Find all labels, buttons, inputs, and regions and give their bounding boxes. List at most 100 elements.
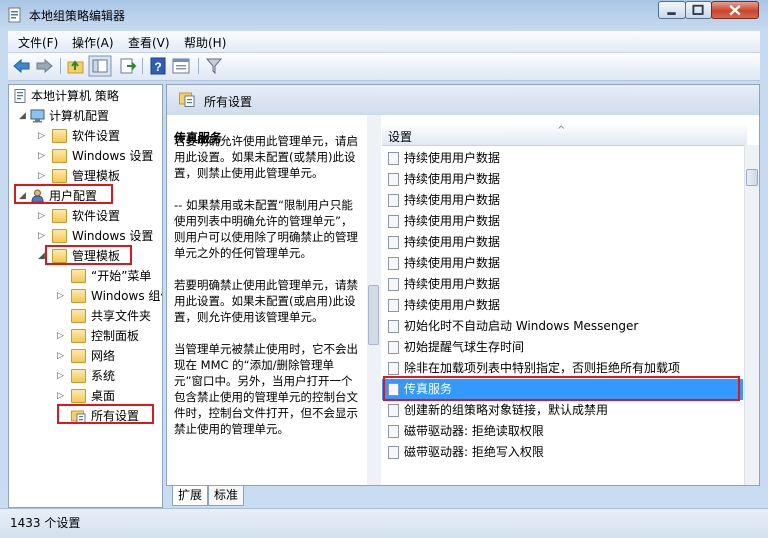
tree-item-start-menu[interactable]: “开始”菜单 — [9, 267, 162, 285]
list-item[interactable]: 持续使用用户数据 — [382, 295, 743, 316]
tree-item-label: Windows 组件 — [91, 289, 162, 303]
tree-item-network[interactable]: ▷ 网络 — [9, 347, 162, 365]
tree-item-label: 软件设置 — [72, 129, 121, 143]
menu-file[interactable]: 文件(F) — [18, 34, 58, 51]
menu-help[interactable]: 帮助(H) — [184, 34, 226, 51]
minimize-button[interactable] — [658, 1, 686, 19]
collapsed-arrow-icon[interactable]: ▷ — [38, 207, 48, 225]
tree-item-system[interactable]: ▷ 系统 — [9, 367, 162, 385]
scroll-thumb[interactable] — [746, 169, 758, 186]
list-item[interactable]: 持续使用用户数据 — [382, 274, 743, 295]
up-folder-icon[interactable] — [66, 57, 86, 75]
properties-icon[interactable] — [171, 57, 191, 75]
menu-view[interactable]: 查看(V) — [128, 34, 170, 51]
setting-icon — [388, 278, 399, 291]
list-item[interactable]: 持续使用用户数据 — [382, 169, 743, 190]
tree-item-user-windows-settings[interactable]: ▷ Windows 设置 — [9, 227, 162, 245]
toolbar-separator — [198, 58, 199, 74]
export-list-icon[interactable] — [118, 57, 138, 75]
setting-icon — [388, 152, 399, 165]
close-icon — [729, 4, 741, 16]
filter-icon[interactable] — [204, 57, 224, 75]
sort-arrow-icon: ^ — [557, 125, 566, 136]
tab-standard[interactable]: 标准 — [208, 486, 244, 506]
tree-item-control-panel[interactable]: ▷ 控制面板 — [9, 327, 162, 345]
close-button[interactable] — [711, 1, 759, 19]
computer-icon — [30, 109, 45, 123]
tree-item-shared-folders[interactable]: 共享文件夹 — [9, 307, 162, 325]
list-scrollbar[interactable] — [744, 145, 759, 485]
collapsed-arrow-icon[interactable]: ▷ — [38, 167, 48, 185]
highlight-box-user-config — [14, 184, 113, 204]
tree-item-label: “开始”菜单 — [91, 269, 152, 283]
maximize-button[interactable] — [685, 1, 712, 19]
details-header: 所有设置 — [167, 85, 759, 115]
all-settings-icon — [179, 92, 195, 107]
tree-item-user-software[interactable]: ▷ 软件设置 — [9, 207, 162, 225]
policy-document-icon — [14, 89, 26, 103]
status-text: 1433 个设置 — [10, 516, 81, 530]
window-title: 本地组策略编辑器 — [29, 9, 126, 23]
column-header-setting[interactable]: ^ 设置 — [382, 125, 747, 146]
tree-item-root[interactable]: 本地计算机 策略 — [9, 87, 162, 105]
collapsed-arrow-icon[interactable]: ▷ — [38, 227, 48, 245]
tree-item-desktop[interactable]: ▷ 桌面 — [9, 387, 162, 405]
list-item[interactable]: 创建新的组策略对象链接，默认成禁用 — [382, 400, 743, 421]
list-item[interactable]: 初始提醒气球生存时间 — [382, 337, 743, 358]
setting-icon — [388, 257, 399, 270]
folder-icon — [71, 369, 86, 383]
list-item[interactable]: 持续使用用户数据 — [382, 253, 743, 274]
tree-item-label: 共享文件夹 — [91, 309, 152, 323]
list-item[interactable]: 持续使用用户数据 — [382, 190, 743, 211]
minimize-icon — [667, 12, 676, 15]
collapsed-arrow-icon[interactable]: ▷ — [57, 287, 67, 305]
tree-pane[interactable]: 本地计算机 策略 ◢ 计算机配置 ▷ 软件设置 ▷ Windows 设置 ▷ 管… — [8, 84, 163, 508]
collapsed-arrow-icon[interactable]: ▷ — [38, 127, 48, 145]
setting-icon — [388, 173, 399, 186]
expanded-arrow-icon[interactable]: ◢ — [19, 107, 29, 125]
folder-icon — [71, 349, 86, 363]
svg-text:?: ? — [154, 60, 161, 74]
help-icon[interactable]: ? — [148, 57, 168, 75]
highlight-box-admin-templates — [45, 245, 132, 265]
list-item[interactable]: 持续使用用户数据 — [382, 211, 743, 232]
setting-icon — [388, 320, 399, 333]
tree-item-computer-config[interactable]: ◢ 计算机配置 — [9, 107, 162, 125]
tree-item-label: 网络 — [91, 349, 116, 363]
tree-item-label: 计算机配置 — [49, 109, 110, 123]
folder-icon — [52, 229, 67, 243]
tree-item-windows-components[interactable]: ▷ Windows 组件 — [9, 287, 162, 305]
list-item[interactable]: 磁带驱动器: 拒绝写入权限 — [382, 442, 743, 463]
maximize-icon — [692, 4, 704, 15]
list-item[interactable]: 磁带驱动器: 拒绝读取权限 — [382, 421, 743, 442]
list-item[interactable]: 初始化时不自动启动 Windows Messenger — [382, 316, 743, 337]
list-item[interactable]: 持续使用用户数据 — [382, 232, 743, 253]
tab-extended[interactable]: 扩展 — [172, 486, 208, 506]
highlight-box-all-settings — [57, 404, 154, 424]
tree-item-computer-windows-settings[interactable]: ▷ Windows 设置 — [9, 147, 162, 165]
collapsed-arrow-icon[interactable]: ▷ — [57, 387, 67, 405]
scroll-thumb[interactable] — [368, 285, 379, 345]
collapsed-arrow-icon[interactable]: ▷ — [38, 147, 48, 165]
setting-icon — [388, 362, 399, 375]
setting-icon — [388, 446, 399, 459]
collapsed-arrow-icon[interactable]: ▷ — [57, 327, 67, 345]
list-item[interactable]: 持续使用用户数据 — [382, 148, 743, 169]
description-scrollbar[interactable] — [367, 115, 381, 485]
show-hide-tree-icon[interactable] — [88, 55, 112, 77]
folder-icon — [71, 389, 86, 403]
title-bar[interactable]: 本地组策略编辑器 — [0, 0, 768, 30]
tree-item-computer-software[interactable]: ▷ 软件设置 — [9, 127, 162, 145]
collapsed-arrow-icon[interactable]: ▷ — [57, 347, 67, 365]
setting-icon — [388, 404, 399, 417]
toolbar-separator — [60, 58, 61, 74]
forward-arrow-icon[interactable] — [34, 57, 54, 75]
collapsed-arrow-icon[interactable]: ▷ — [57, 367, 67, 385]
settings-list[interactable]: ^ 设置 持续使用用户数据 持续使用用户数据 持续使用用户数据 持续使用用户数据… — [382, 115, 759, 485]
tree-item-computer-admin-templates[interactable]: ▷ 管理模板 — [9, 167, 162, 185]
menu-action[interactable]: 操作(A) — [72, 34, 114, 51]
view-tabs: 扩展 标准 — [166, 486, 760, 508]
back-arrow-icon[interactable] — [12, 57, 32, 75]
tree-item-label: 软件设置 — [72, 209, 121, 223]
tree-item-label: Windows 设置 — [72, 149, 154, 163]
